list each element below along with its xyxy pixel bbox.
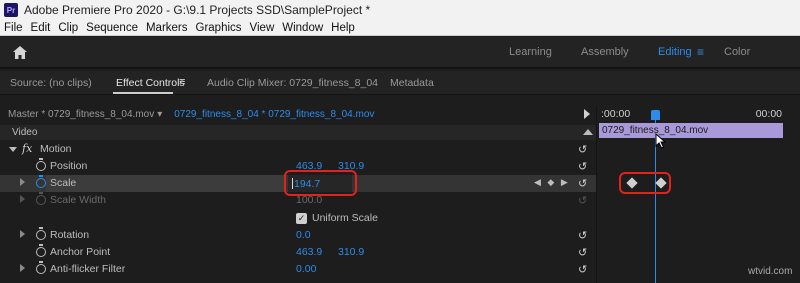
annotation-highlight: [619, 172, 671, 194]
expand-arrow-icon[interactable]: [9, 147, 17, 152]
active-tab-indicator: [113, 92, 173, 94]
anchor-y-value[interactable]: 310.9: [338, 246, 364, 258]
panel-menu-icon[interactable]: ≡: [179, 76, 185, 88]
position-label: Position: [50, 160, 88, 172]
rotation-row: Rotation 0.0 ↺: [0, 227, 596, 244]
anti-flicker-row: Anti-flicker Filter 0.00 ↺: [0, 261, 596, 278]
anti-flicker-value[interactable]: 0.00: [296, 263, 316, 275]
workspace-editing[interactable]: Editing: [658, 46, 692, 58]
watermark: wtvid.com: [748, 266, 793, 277]
workspace-color[interactable]: Color: [724, 46, 750, 58]
stopwatch-icon[interactable]: [36, 244, 46, 257]
menu-edit[interactable]: Edit: [31, 22, 51, 34]
sequence-clip-link[interactable]: 0729_fitness_8_04 * 0729_fitness_8_04.mo…: [174, 109, 374, 120]
tab-metadata[interactable]: Metadata: [390, 77, 434, 89]
expand-arrow-icon[interactable]: [20, 178, 25, 186]
menu-clip[interactable]: Clip: [58, 22, 78, 34]
uniform-scale-label: Uniform Scale: [312, 212, 378, 224]
stopwatch-icon[interactable]: [36, 261, 46, 274]
motion-label: Motion: [40, 143, 72, 155]
scale-width-row: Scale Width 100.0 ↺: [0, 192, 596, 209]
master-clip-selector[interactable]: Master * 0729_fitness_8_04.mov: [8, 109, 154, 120]
expand-arrow-icon[interactable]: [20, 230, 25, 238]
anchor-point-label: Anchor Point: [50, 246, 111, 258]
cursor-icon: [655, 133, 667, 149]
scale-label: Scale: [50, 177, 77, 189]
window-title: Adobe Premiere Pro 2020 - G:\9.1 Project…: [24, 3, 371, 17]
menu-markers[interactable]: Markers: [146, 22, 188, 34]
workspace-assembly[interactable]: Assembly: [581, 46, 629, 58]
uniform-scale-checkbox[interactable]: ✓: [296, 213, 307, 224]
premiere-logo-icon: Pr: [4, 3, 18, 17]
menu-help[interactable]: Help: [331, 22, 355, 34]
reset-icon: ↺: [578, 195, 588, 207]
effect-timeline[interactable]: :00:00 00:00 0729_fitness_8_04.mov: [596, 106, 800, 283]
collapse-triangle-icon[interactable]: [583, 129, 593, 135]
tab-effect-controls[interactable]: Effect Controls: [116, 77, 185, 89]
title-bar: Pr Adobe Premiere Pro 2020 - G:\9.1 Proj…: [0, 0, 800, 20]
playhead-icon[interactable]: [651, 110, 660, 120]
reset-icon[interactable]: ↺: [578, 246, 587, 259]
expand-arrow-icon[interactable]: [20, 264, 25, 272]
workspace-menu-icon[interactable]: ≡: [697, 45, 704, 59]
timecode-end: 00:00: [755, 108, 782, 120]
rotation-value[interactable]: 0.0: [296, 229, 311, 241]
reset-icon[interactable]: ↺: [578, 177, 587, 190]
menu-sequence[interactable]: Sequence: [86, 22, 138, 34]
workspace-bar: Learning Assembly Editing ≡ Color: [0, 37, 800, 69]
reset-icon[interactable]: ↺: [578, 160, 587, 173]
expand-arrow-icon: [20, 195, 25, 203]
stopwatch-icon[interactable]: [36, 227, 46, 240]
clip-bar[interactable]: 0729_fitness_8_04.mov: [599, 123, 783, 138]
home-icon[interactable]: [12, 45, 28, 60]
tab-audio-clip-mixer[interactable]: Audio Clip Mixer: 0729_fitness_8_04: [207, 77, 378, 89]
menu-window[interactable]: Window: [282, 22, 323, 34]
scale-width-value: 100.0: [296, 194, 323, 206]
scale-width-label: Scale Width: [50, 194, 107, 206]
video-section-header: Video: [0, 125, 596, 140]
stopwatch-icon: [36, 192, 46, 205]
anchor-point-row: Anchor Point 463.9 310.9 ↺: [0, 244, 596, 261]
menu-bar: File Edit Clip Sequence Markers Graphics…: [0, 20, 800, 36]
tab-source[interactable]: Source: (no clips): [10, 77, 92, 89]
panel-tabs: Source: (no clips) Effect Controls ≡ Aud…: [0, 71, 800, 95]
timecode-start: :00:00: [601, 108, 631, 120]
motion-effect-row[interactable]: fx Motion ↺: [0, 141, 596, 158]
anchor-x-value[interactable]: 463.9: [296, 246, 322, 258]
scale-row-highlight: [46, 175, 286, 192]
reset-icon[interactable]: ↺: [578, 143, 587, 156]
workspace-learning[interactable]: Learning: [509, 46, 552, 58]
keyframe-navigator[interactable]: ◀ ◆ ▶: [534, 177, 570, 188]
fx-icon[interactable]: fx: [22, 142, 32, 155]
play-icon[interactable]: [584, 109, 590, 119]
reset-icon[interactable]: ↺: [578, 229, 587, 242]
chevron-down-icon[interactable]: ▾: [157, 109, 162, 120]
master-clip-row: Master * 0729_fitness_8_04.mov ▾ 0729_fi…: [0, 106, 596, 122]
menu-file[interactable]: File: [4, 22, 23, 34]
menu-view[interactable]: View: [250, 22, 275, 34]
reset-icon[interactable]: ↺: [578, 263, 587, 276]
stopwatch-active-icon[interactable]: [36, 175, 46, 188]
stopwatch-icon[interactable]: [36, 158, 46, 171]
uniform-scale-row: ✓ Uniform Scale: [0, 210, 596, 227]
anti-flicker-label: Anti-flicker Filter: [50, 263, 126, 275]
menu-graphics[interactable]: Graphics: [196, 22, 242, 34]
video-section-label: Video: [12, 127, 38, 138]
rotation-label: Rotation: [50, 229, 90, 241]
